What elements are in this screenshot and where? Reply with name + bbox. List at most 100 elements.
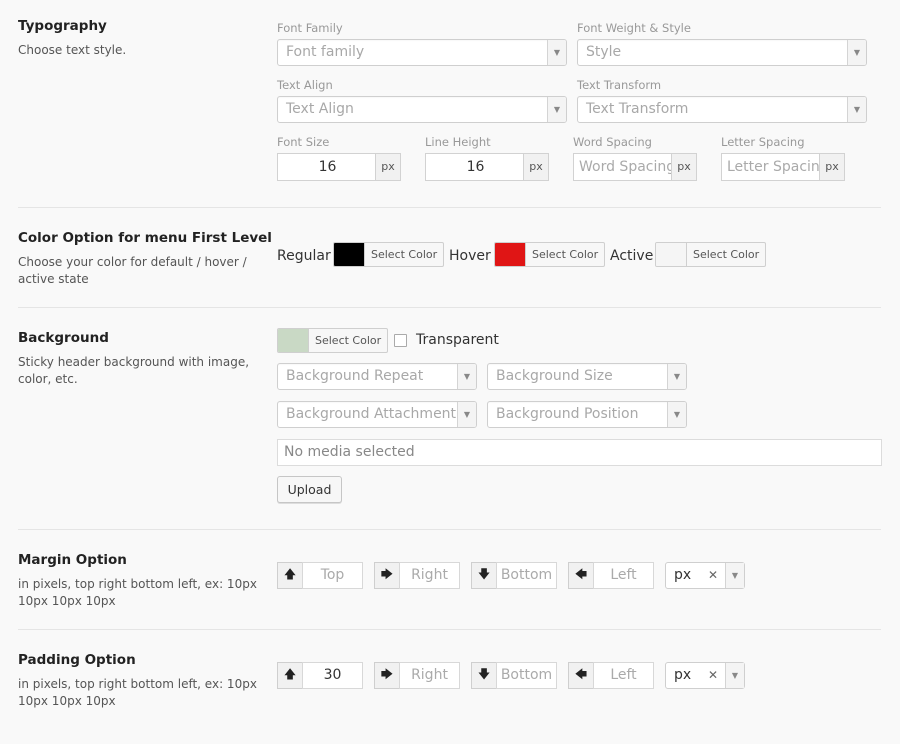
color-option-title: Color Option for menu First Level (18, 230, 272, 246)
text-transform-value: Text Transform (586, 101, 689, 117)
line-height-input[interactable]: 16 px (425, 153, 549, 181)
active-color-button[interactable]: Select Color (655, 242, 767, 267)
arrow-left-icon: 🡄 (568, 562, 593, 589)
word-spacing-placeholder: Word Spacing (579, 159, 673, 175)
hover-label: Hover (449, 248, 491, 264)
margin-unit-select[interactable]: px ✕ ▼ (665, 562, 745, 589)
margin-left-input[interactable]: Left (593, 562, 654, 589)
regular-select-color-label: Select Color (371, 248, 438, 261)
padding-unit-select[interactable]: px ✕ ▼ (665, 662, 745, 689)
margin-left-group: 🡄 Left (568, 562, 654, 589)
word-spacing-label: Word Spacing (573, 135, 652, 149)
background-size-select[interactable]: Background Size ▼ (487, 363, 687, 390)
chevron-down-icon: ▼ (847, 40, 866, 65)
padding-top-group: 🡅 30 (277, 662, 363, 689)
margin-right-group: 🡆 Right (374, 562, 460, 589)
margin-bottom-group: 🡇 Bottom (471, 562, 557, 589)
chevron-down-icon: ▼ (667, 364, 686, 389)
font-weight-value: Style (586, 44, 622, 60)
hover-select-color-label: Select Color (532, 248, 599, 261)
arrow-right-icon: 🡆 (374, 562, 399, 589)
text-transform-label: Text Transform (577, 78, 662, 92)
background-size-value: Background Size (496, 368, 613, 384)
active-color-swatch (656, 243, 687, 266)
chevron-down-icon: ▼ (457, 364, 476, 389)
clear-icon[interactable]: ✕ (708, 563, 718, 588)
padding-bottom-input[interactable]: Bottom (496, 662, 557, 689)
typography-title: Typography (18, 18, 107, 34)
font-family-value: Font family (286, 44, 365, 60)
chevron-down-icon: ▼ (547, 97, 566, 122)
background-attachment-value: Background Attachment (286, 406, 457, 422)
text-align-label: Text Align (277, 78, 333, 92)
margin-top-group: 🡅 Top (277, 562, 363, 589)
padding-right-input[interactable]: Right (399, 662, 460, 689)
margin-bottom-input[interactable]: Bottom (496, 562, 557, 589)
active-label: Active (610, 248, 654, 264)
font-size-value: 16 (318, 159, 337, 175)
text-align-select[interactable]: Text Align ▼ (277, 96, 567, 123)
background-desc: Sticky header background with image, col… (18, 355, 250, 386)
letter-spacing-input[interactable]: Letter Spacing px (721, 153, 845, 181)
media-field[interactable]: No media selected (277, 439, 882, 466)
arrow-down-icon: 🡇 (471, 662, 496, 689)
font-weight-select[interactable]: Style ▼ (577, 39, 867, 66)
line-height-value: 16 (466, 159, 485, 175)
background-repeat-value: Background Repeat (286, 368, 424, 384)
background-attachment-select[interactable]: Background Attachment ▼ (277, 401, 477, 428)
chevron-down-icon: ▼ (847, 97, 866, 122)
color-option-desc: Choose your color for default / hover / … (18, 255, 247, 286)
padding-section: Padding Option in pixels, top right bott… (0, 630, 900, 744)
margin-right-input[interactable]: Right (399, 562, 460, 589)
hover-color-button[interactable]: Select Color (494, 242, 606, 267)
arrow-down-icon: 🡇 (471, 562, 496, 589)
font-size-label: Font Size (277, 135, 330, 149)
letter-spacing-label: Letter Spacing (721, 135, 805, 149)
margin-title: Margin Option (18, 552, 127, 568)
arrow-up-icon: 🡅 (277, 662, 302, 689)
regular-color-swatch (334, 243, 365, 266)
clear-icon[interactable]: ✕ (708, 663, 718, 688)
font-family-select[interactable]: Font family ▼ (277, 39, 567, 66)
background-position-select[interactable]: Background Position ▼ (487, 401, 687, 428)
regular-color-button[interactable]: Select Color (333, 242, 445, 267)
padding-title: Padding Option (18, 652, 136, 668)
chevron-down-icon: ▼ (725, 663, 744, 688)
padding-unit-value: px (674, 667, 692, 683)
chevron-down-icon: ▼ (547, 40, 566, 65)
padding-desc: in pixels, top right bottom left, ex: 10… (18, 677, 257, 708)
margin-desc: in pixels, top right bottom left, ex: 10… (18, 577, 257, 608)
background-position-value: Background Position (496, 406, 639, 422)
arrow-right-icon: 🡆 (374, 662, 399, 689)
letter-spacing-placeholder: Letter Spacing (727, 159, 821, 175)
background-repeat-select[interactable]: Background Repeat ▼ (277, 363, 477, 390)
text-transform-select[interactable]: Text Transform ▼ (577, 96, 867, 123)
word-spacing-input[interactable]: Word Spacing px (573, 153, 697, 181)
background-select-color-label: Select Color (315, 334, 382, 347)
chevron-down-icon: ▼ (457, 402, 476, 427)
color-option-section: Color Option for menu First Level Choose… (0, 208, 900, 308)
margin-top-input[interactable]: Top (302, 562, 363, 589)
regular-label: Regular (277, 248, 331, 264)
typography-desc: Choose text style. (18, 43, 127, 57)
margin-section: Margin Option in pixels, top right botto… (0, 530, 900, 630)
upload-button[interactable]: Upload (277, 476, 342, 503)
font-size-input[interactable]: 16 px (277, 153, 401, 181)
font-size-unit: px (375, 154, 400, 180)
word-spacing-unit: px (671, 154, 696, 180)
transparent-checkbox[interactable] (394, 334, 407, 347)
line-height-unit: px (523, 154, 548, 180)
hover-color-swatch (495, 243, 526, 266)
padding-top-input[interactable]: 30 (302, 662, 363, 689)
padding-right-group: 🡆 Right (374, 662, 460, 689)
background-color-button[interactable]: Select Color (277, 328, 389, 353)
padding-left-group: 🡄 Left (568, 662, 654, 689)
margin-unit-value: px (674, 567, 692, 583)
padding-left-input[interactable]: Left (593, 662, 654, 689)
transparent-label: Transparent (416, 332, 499, 348)
arrow-up-icon: 🡅 (277, 562, 302, 589)
padding-bottom-group: 🡇 Bottom (471, 662, 557, 689)
line-height-label: Line Height (425, 135, 491, 149)
text-align-value: Text Align (286, 101, 354, 117)
chevron-down-icon: ▼ (667, 402, 686, 427)
